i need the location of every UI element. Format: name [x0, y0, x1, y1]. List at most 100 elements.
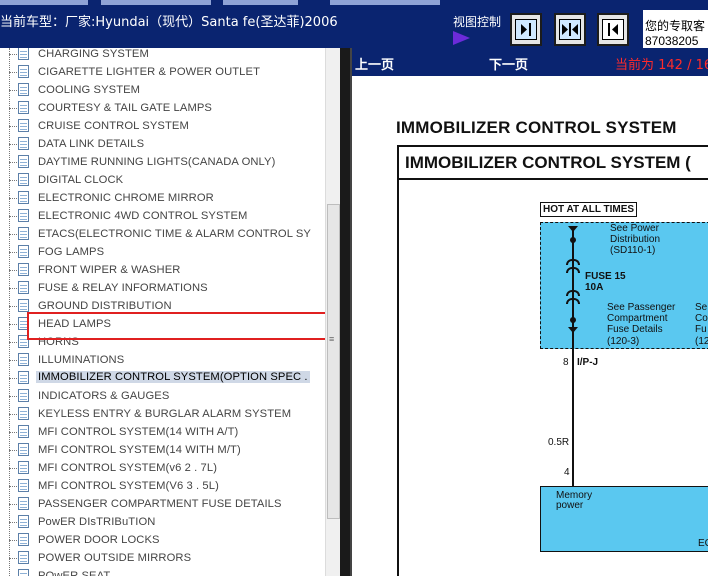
tree-item[interactable]: ELECTRONIC CHROME MIRROR [0, 189, 325, 207]
document-icon [18, 407, 29, 420]
tree-item-label: POWER OUTSIDE MIRRORS [38, 552, 192, 564]
tree-item[interactable]: POwER SEAT [0, 567, 325, 576]
tree-item-label: COURTESY & TAIL GATE LAMPS [38, 102, 212, 114]
tree-item[interactable]: MFI CONTROL SYSTEM(14 WITH M/T) [0, 441, 325, 459]
tree-item-label: FRONT WIPER & WASHER [38, 264, 181, 276]
tree-item-label: MFI CONTROL SYSTEM(14 WITH A/T) [38, 426, 239, 438]
power-label: power [556, 500, 584, 511]
tree-item[interactable]: PASSENGER COMPARTMENT FUSE DETAILS [0, 495, 325, 513]
diagram-frame-title: IMMOBILIZER CONTROL SYSTEM ( [399, 147, 708, 180]
ecu-module: Memory power EC [540, 486, 708, 552]
tree-item[interactable]: ILLUMINATIONS [0, 351, 325, 369]
top-bar: 当前车型：厂家:Hyundai（现代）Santa fe(圣达菲)2006 视图控… [0, 0, 708, 48]
top-tab-strip [101, 0, 211, 5]
tree-item[interactable]: DATA LINK DETAILS [0, 135, 325, 153]
tree-item[interactable]: DIGITAL CLOCK [0, 171, 325, 189]
tree-item-label: CIGARETTE LIGHTER & POWER OUTLET [38, 66, 261, 78]
fuse-coil-icon [566, 267, 580, 273]
tree-item-selected[interactable]: IMMOBILIZER CONTROL SYSTEM(OPTION SPEC . [0, 369, 325, 387]
document-icon [18, 533, 29, 546]
tree-item-label: PASSENGER COMPARTMENT FUSE DETAILS [38, 498, 282, 510]
expand-left-pane-button[interactable] [597, 13, 629, 46]
tree-item[interactable]: CRUISE CONTROL SYSTEM [0, 117, 325, 135]
document-icon [18, 191, 29, 204]
split-view-button[interactable] [554, 13, 586, 46]
tree-item[interactable]: FUSE & RELAY INFORMATIONS [0, 279, 325, 297]
document-icon [18, 65, 29, 78]
scrollbar-thumb[interactable] [327, 204, 340, 519]
tree-item-label: ELECTRONIC CHROME MIRROR [38, 192, 214, 204]
tree-item[interactable]: PowER DIsTRIBuTION [0, 513, 325, 531]
tree-item[interactable]: ETACS(ELECTRONIC TIME & ALARM CONTROL SY [0, 225, 325, 243]
tree-item[interactable]: INDICATORS & GAUGES [0, 387, 325, 405]
tree-item-label: POwER SEAT [38, 570, 111, 576]
tree-item-label: CRUISE CONTROL SYSTEM [38, 120, 189, 132]
pin-4-label: 4 [564, 467, 570, 478]
tree-item[interactable]: KEYLESS ENTRY & BURGLAR ALARM SYSTEM [0, 405, 325, 423]
fuse-label: FUSE 15 [585, 271, 626, 282]
tree-item[interactable]: MFI CONTROL SYSTEM(V6 3 . 5L) [0, 477, 325, 495]
tree-item[interactable]: ELECTRONIC 4WD CONTROL SYSTEM [0, 207, 325, 225]
document-icon [18, 461, 29, 474]
comp-label-cut: Co [695, 313, 708, 324]
contact-line-2: 87038205 [645, 34, 699, 48]
ref-120-label: (120-3) [607, 336, 640, 347]
document-icon [18, 371, 29, 384]
ref-label-cut: (12 [695, 336, 708, 347]
tree-item-label: GROUND DISTRIBUTION [38, 300, 172, 312]
document-icon [18, 389, 29, 402]
contact-line-1: 您的专取客 [645, 19, 706, 33]
tree-item-label: ELECTRONIC 4WD CONTROL SYSTEM [38, 210, 248, 222]
view-control-label: 视图控制 [453, 15, 502, 29]
document-icon [18, 299, 29, 312]
diagram-frame-title-text: IMMOBILIZER CONTROL SYSTEM ( [405, 153, 691, 172]
view-control-arrow-icon [453, 31, 470, 45]
tree-item[interactable]: DAYTIME RUNNING LIGHTS(CANADA ONLY) [0, 153, 325, 171]
page-nav-bar: 上一页 下一页 当前为 142 / 169 [352, 48, 708, 76]
fuse-amp-label: 10A [585, 282, 604, 293]
top-tab-strip [0, 0, 88, 5]
tree-item[interactable]: POWER OUTSIDE MIRRORS [0, 549, 325, 567]
pane-splitter[interactable] [340, 48, 350, 576]
tree-item[interactable]: COURTESY & TAIL GATE LAMPS [0, 99, 325, 117]
document-icon [18, 443, 29, 456]
tree-item-label: MFI CONTROL SYSTEM(v6 2 . 7L) [38, 462, 218, 474]
tree-item[interactable]: MFI CONTROL SYSTEM(14 WITH A/T) [0, 423, 325, 441]
tree-item-label: FOG LAMPS [38, 246, 105, 258]
ecu-label-cut: EC [698, 538, 708, 549]
tree-item-label: ILLUMINATIONS [38, 354, 125, 366]
tree-item[interactable]: CHARGING SYSTEM [0, 48, 325, 63]
see-passenger-label: See Passenger [607, 302, 676, 313]
diagram-viewer[interactable]: IMMOBILIZER CONTROL SYSTEM IMMOBILIZER C… [352, 76, 708, 576]
document-icon [18, 155, 29, 168]
tree-item[interactable]: POWER DOOR LOCKS [0, 531, 325, 549]
sd-ref-label: (SD110-1) [610, 245, 656, 256]
top-tab-strip [330, 0, 440, 5]
fuse-coil-icon [566, 298, 580, 304]
tree-item-label: DIGITAL CLOCK [38, 174, 124, 186]
document-icon [18, 263, 29, 276]
prev-page-link[interactable]: 上一页 [355, 54, 394, 73]
tree-item[interactable]: FRONT WIPER & WASHER [0, 261, 325, 279]
next-page-link[interactable]: 下一页 [489, 54, 528, 73]
expand-right-pane-button[interactable] [510, 13, 542, 46]
wire-arrow-icon [568, 327, 578, 333]
pin-8-label: 8 [563, 357, 569, 368]
selection-highlight-box [27, 312, 341, 340]
tree-item-label: POWER DOOR LOCKS [38, 534, 160, 546]
tree-item[interactable]: MFI CONTROL SYSTEM(v6 2 . 7L) [0, 459, 325, 477]
tree-item-label: FUSE & RELAY INFORMATIONS [38, 282, 208, 294]
document-icon [18, 497, 29, 510]
tree-scrollbar[interactable]: ≡ [325, 48, 340, 576]
fuse-coil-icon [566, 259, 580, 265]
tree-item-label: DAYTIME RUNNING LIGHTS(CANADA ONLY) [38, 156, 276, 168]
document-icon [18, 101, 29, 114]
tree-item-label: MFI CONTROL SYSTEM(V6 3 . 5L) [38, 480, 219, 492]
tree-item[interactable]: FOG LAMPS [0, 243, 325, 261]
tree-item[interactable]: COOLING SYSTEM [0, 81, 325, 99]
arrow-right-bar-icon [515, 19, 537, 40]
document-icon [18, 515, 29, 528]
document-icon [18, 48, 29, 60]
fuse-coil-icon [566, 290, 580, 296]
tree-item[interactable]: CIGARETTE LIGHTER & POWER OUTLET [0, 63, 325, 81]
